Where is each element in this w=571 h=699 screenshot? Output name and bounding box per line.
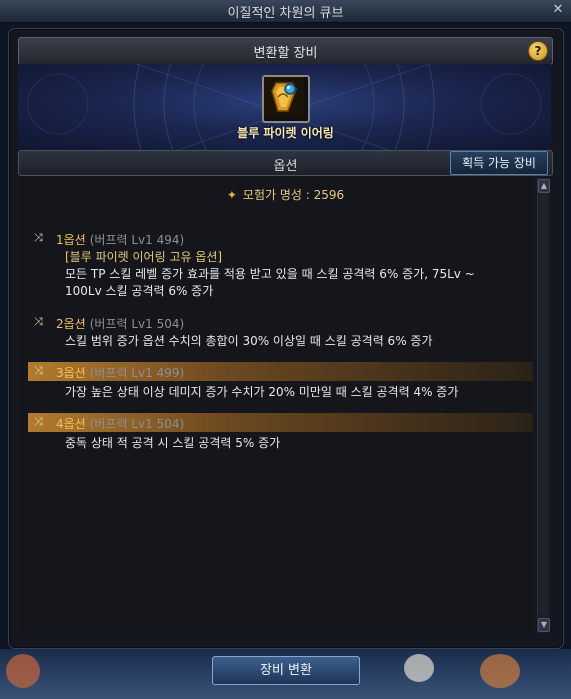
option-desc-line: 모든 TP 스킬 레벨 증가 효과를 적용 받고 있을 때 스킬 공격력 6% … — [65, 267, 475, 281]
scroll-down-button[interactable]: ▼ — [538, 618, 550, 632]
option-1-description: [블루 파이렛 이어링 고유 옵션] 모든 TP 스킬 레벨 증가 효과를 적용… — [65, 249, 535, 300]
option-meta: (버프력 Lv1 504) — [89, 317, 185, 331]
option-meta: (버프력 Lv1 494) — [89, 233, 185, 247]
option-row-1: ⤨ 1옵션 (버프력 Lv1 494) — [28, 229, 533, 248]
earring-icon — [264, 77, 304, 117]
window-title: 이질적인 차원의 큐브 — [227, 6, 344, 21]
option-3-description: 가장 높은 상태 이상 데미지 증가 수치가 20% 미만일 때 스킬 공격력 … — [65, 384, 535, 401]
option-4-description: 중독 상태 적 공격 시 스킬 공격력 5% 증가 — [65, 435, 535, 452]
scrollbar[interactable]: ▲ ▼ — [537, 178, 550, 633]
background-decoration — [6, 654, 40, 688]
option-desc-line: 100Lv 스킬 공격력 6% 증가 — [65, 284, 214, 298]
adventurer-reputation: ✦ 모험가 명성 : 2596 — [0, 186, 571, 203]
option-desc-line: 스킬 범위 증가 옵션 수치의 총합이 30% 이상일 때 스킬 공격력 6% … — [65, 334, 433, 348]
option-desc-line: 중독 상태 적 공격 시 스킬 공격력 5% 증가 — [65, 436, 281, 450]
item-name: 블루 파이렛 이어링 — [237, 126, 334, 140]
option-meta: (버프력 Lv1 499) — [89, 366, 185, 380]
shuffle-icon: ⤨ — [34, 415, 43, 428]
option-label: 4옵션 (버프력 Lv1 504) — [56, 417, 185, 431]
shuffle-icon: ⤨ — [34, 364, 43, 377]
option-label: 3옵션 (버프력 Lv1 499) — [56, 366, 185, 380]
window-title-bar: 이질적인 차원의 큐브 ✕ — [0, 0, 571, 23]
background-decoration — [404, 654, 434, 682]
option-label: 2옵션 (버프력 Lv1 504) — [56, 317, 185, 331]
header-title: 변환할 장비 — [253, 46, 318, 61]
equipment-header: 변환할 장비 ? — [18, 37, 553, 65]
scroll-thumb[interactable] — [539, 194, 548, 614]
option-meta: (버프력 Lv1 504) — [89, 417, 185, 431]
option-desc-line: [블루 파이렛 이어링 고유 옵션] — [65, 250, 223, 264]
option-row-4: ⤨ 4옵션 (버프력 Lv1 504) — [28, 413, 533, 432]
option-row-2: ⤨ 2옵션 (버프력 Lv1 504) — [28, 313, 533, 332]
option-2-description: 스킬 범위 증가 옵션 수치의 총합이 30% 이상일 때 스킬 공격력 6% … — [65, 333, 535, 350]
shuffle-icon: ⤨ — [34, 231, 43, 244]
option-desc-line: 가장 높은 상태 이상 데미지 증가 수치가 20% 미만일 때 스킬 공격력 … — [65, 385, 459, 399]
convert-equipment-button[interactable]: 장비 변환 — [212, 656, 360, 685]
reputation-icon: ✦ — [226, 188, 237, 202]
option-label: 1옵션 (버프력 Lv1 494) — [56, 233, 185, 247]
close-button[interactable]: ✕ — [551, 3, 565, 17]
equipment-slot[interactable] — [262, 75, 310, 123]
option-row-3: ⤨ 3옵션 (버프력 Lv1 499) — [28, 362, 533, 381]
obtainable-equipment-button[interactable]: 획득 가능 장비 — [450, 151, 548, 175]
help-icon[interactable]: ? — [528, 41, 548, 61]
reputation-label: 모험가 명성 : 2596 — [242, 188, 345, 202]
shuffle-icon: ⤨ — [34, 315, 43, 328]
background-decoration — [480, 654, 520, 688]
